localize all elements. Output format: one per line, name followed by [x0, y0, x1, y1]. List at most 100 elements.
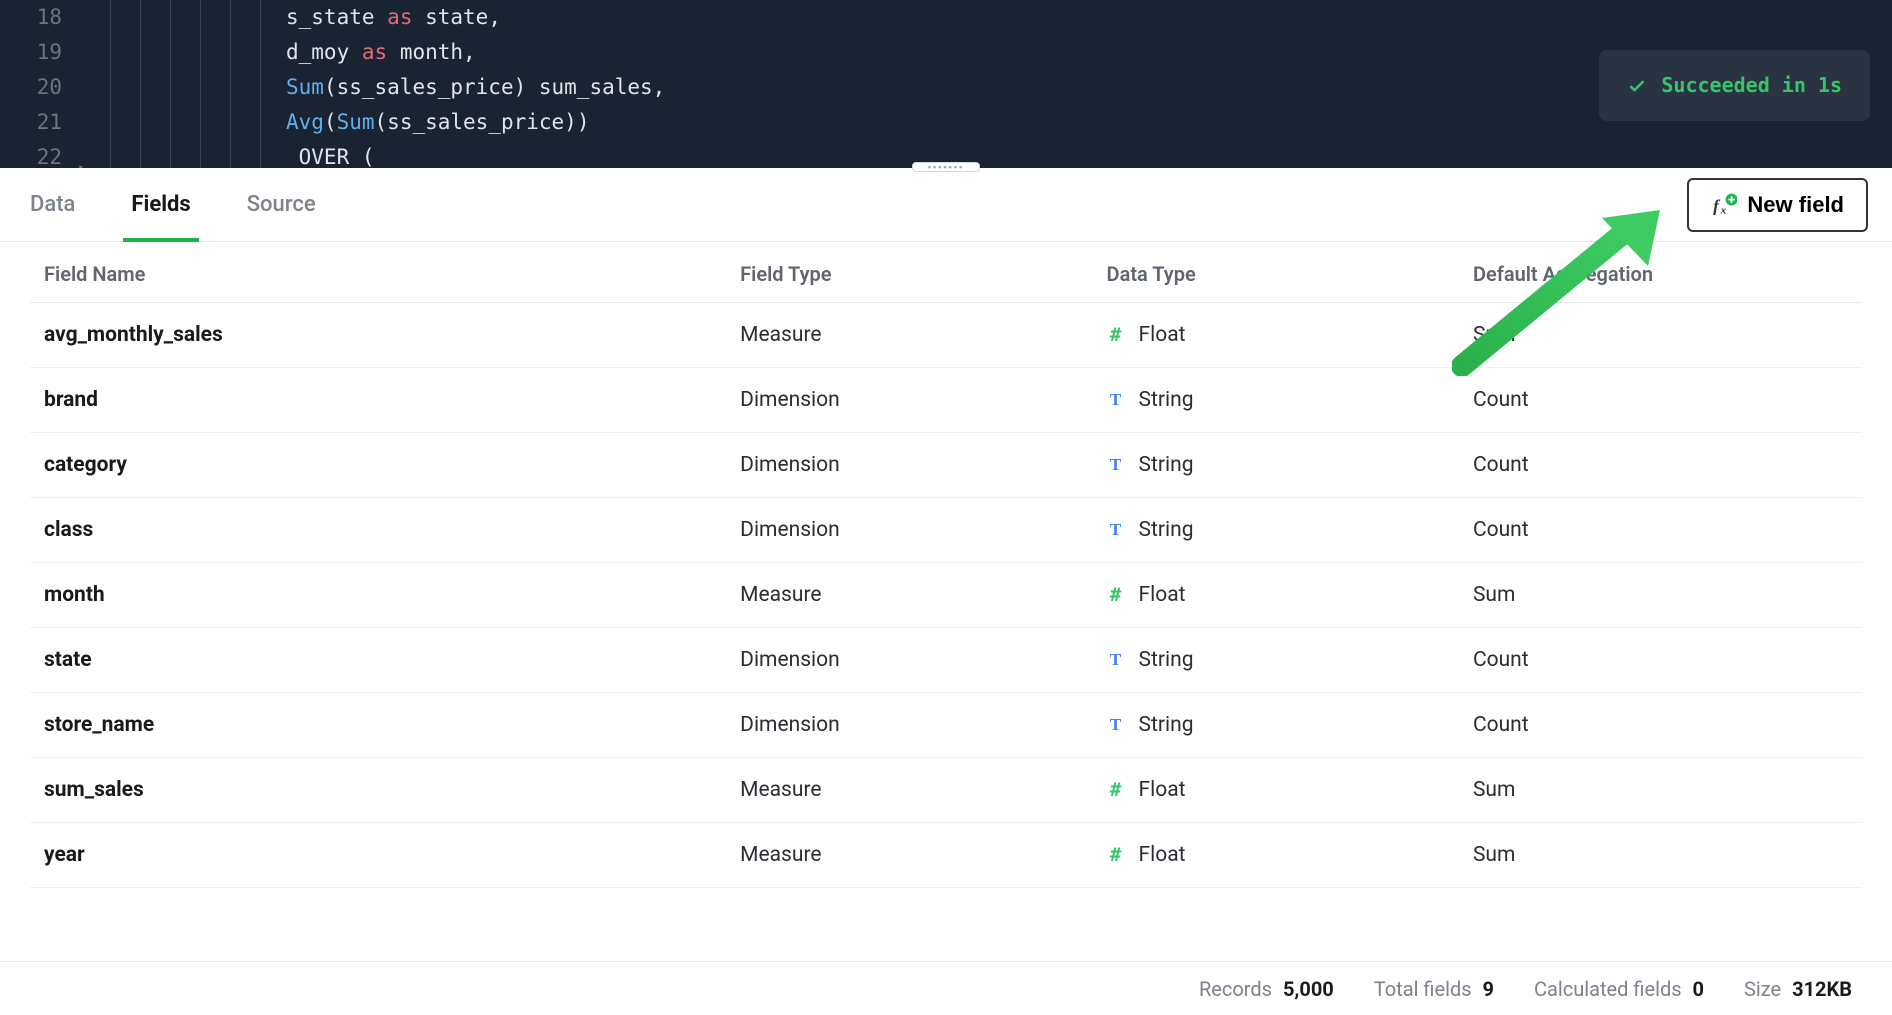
field-name-cell: brand	[30, 368, 726, 433]
data-type-label: Float	[1139, 778, 1186, 802]
svg-text:x: x	[1720, 204, 1727, 216]
data-type-label: String	[1139, 648, 1194, 672]
col-field-name[interactable]: Field Name	[30, 242, 726, 303]
metric-total-fields: Total fields 9	[1374, 977, 1494, 1001]
query-status-badge: Succeeded in 1s	[1599, 50, 1870, 121]
panel-resize-handle[interactable]: ▪▪▪▪▪▪▪	[912, 162, 980, 172]
metric-size: Size 312KB	[1744, 977, 1852, 1001]
fields-table: Field Name Field Type Data Type Default …	[30, 242, 1862, 888]
field-type-cell: Measure	[726, 563, 1092, 628]
table-row[interactable]: yearMeasure # Float Sum	[30, 823, 1862, 888]
data-type-label: Float	[1139, 323, 1186, 347]
field-name-cell: sum_sales	[30, 758, 726, 823]
number-type-icon: #	[1107, 324, 1125, 346]
string-type-icon: T	[1107, 650, 1125, 670]
field-name-cell: state	[30, 628, 726, 693]
field-type-cell: Dimension	[726, 498, 1092, 563]
string-type-icon: T	[1107, 390, 1125, 410]
table-row[interactable]: stateDimension T String Count	[30, 628, 1862, 693]
data-type-label: String	[1139, 518, 1194, 542]
metric-calc-fields: Calculated fields 0	[1534, 977, 1704, 1001]
table-row[interactable]: brandDimension T String Count	[30, 368, 1862, 433]
data-type-cell: T String	[1093, 498, 1459, 563]
tab-data[interactable]: Data	[30, 168, 75, 241]
new-field-label: New field	[1747, 192, 1844, 218]
default-agg-cell: Sum	[1459, 563, 1862, 628]
table-header-row: Field Name Field Type Data Type Default …	[30, 242, 1862, 303]
new-field-button[interactable]: f x New field	[1687, 178, 1868, 232]
field-type-cell: Dimension	[726, 628, 1092, 693]
table-row[interactable]: sum_salesMeasure # Float Sum	[30, 758, 1862, 823]
number-type-icon: #	[1107, 844, 1125, 866]
table-row[interactable]: avg_monthly_salesMeasure # Float Sum	[30, 303, 1862, 368]
fx-plus-icon: f x	[1711, 192, 1737, 218]
data-type-label: String	[1139, 713, 1194, 737]
line-number: 18	[0, 0, 90, 35]
default-agg-cell: Sum	[1459, 303, 1862, 368]
default-agg-cell: Count	[1459, 693, 1862, 758]
field-name-cell: year	[30, 823, 726, 888]
number-type-icon: #	[1107, 584, 1125, 606]
editor-line[interactable]: 18s_state as state,	[0, 0, 1892, 35]
data-type-label: Float	[1139, 843, 1186, 867]
line-number: 19	[0, 35, 90, 70]
line-number: 20	[0, 70, 90, 105]
data-type-cell: # Float	[1093, 758, 1459, 823]
code-content[interactable]: Avg(Sum(ss_sales_price))	[90, 105, 589, 140]
check-icon	[1627, 76, 1647, 96]
line-number: 22▾	[0, 140, 90, 168]
field-type-cell: Dimension	[726, 368, 1092, 433]
metric-records: Records 5,000	[1199, 977, 1334, 1001]
status-bar: Records 5,000 Total fields 9 Calculated …	[0, 961, 1892, 1015]
field-type-cell: Dimension	[726, 693, 1092, 758]
col-data-type[interactable]: Data Type	[1093, 242, 1459, 303]
default-agg-cell: Sum	[1459, 823, 1862, 888]
data-type-label: String	[1139, 453, 1194, 477]
data-type-cell: T String	[1093, 693, 1459, 758]
collapse-chevron-icon[interactable]: ▾	[77, 150, 84, 168]
data-type-cell: # Float	[1093, 303, 1459, 368]
data-type-cell: T String	[1093, 433, 1459, 498]
data-type-cell: # Float	[1093, 823, 1459, 888]
table-row[interactable]: monthMeasure # Float Sum	[30, 563, 1862, 628]
field-name-cell: category	[30, 433, 726, 498]
default-agg-cell: Count	[1459, 433, 1862, 498]
field-name-cell: avg_monthly_sales	[30, 303, 726, 368]
fields-table-wrap: Field Name Field Type Data Type Default …	[0, 242, 1892, 888]
field-type-cell: Measure	[726, 303, 1092, 368]
field-name-cell: month	[30, 563, 726, 628]
field-name-cell: class	[30, 498, 726, 563]
default-agg-cell: Count	[1459, 628, 1862, 693]
code-content[interactable]: s_state as state,	[90, 0, 501, 35]
string-type-icon: T	[1107, 455, 1125, 475]
line-number: 21	[0, 105, 90, 140]
tab-fields[interactable]: Fields	[131, 168, 190, 241]
tab-source[interactable]: Source	[247, 168, 316, 241]
field-type-cell: Measure	[726, 823, 1092, 888]
table-row[interactable]: store_nameDimension T String Count	[30, 693, 1862, 758]
query-status-text: Succeeded in 1s	[1661, 68, 1842, 103]
number-type-icon: #	[1107, 779, 1125, 801]
table-row[interactable]: categoryDimension T String Count	[30, 433, 1862, 498]
default-agg-cell: Count	[1459, 498, 1862, 563]
field-type-cell: Dimension	[726, 433, 1092, 498]
data-type-cell: # Float	[1093, 563, 1459, 628]
table-row[interactable]: classDimension T String Count	[30, 498, 1862, 563]
string-type-icon: T	[1107, 520, 1125, 540]
result-tabs: Data Fields Source f x New field	[0, 168, 1892, 242]
default-agg-cell: Sum	[1459, 758, 1862, 823]
data-type-cell: T String	[1093, 628, 1459, 693]
data-type-label: Float	[1139, 583, 1186, 607]
data-type-cell: T String	[1093, 368, 1459, 433]
code-content[interactable]: d_moy as month,	[90, 35, 476, 70]
sql-editor[interactable]: 18s_state as state,19d_moy as month,20Su…	[0, 0, 1892, 168]
col-field-type[interactable]: Field Type	[726, 242, 1092, 303]
field-name-cell: store_name	[30, 693, 726, 758]
data-type-label: String	[1139, 388, 1194, 412]
default-agg-cell: Count	[1459, 368, 1862, 433]
code-content[interactable]: OVER (	[90, 140, 375, 168]
code-content[interactable]: Sum(ss_sales_price) sum_sales,	[90, 70, 665, 105]
string-type-icon: T	[1107, 715, 1125, 735]
col-default-agg[interactable]: Default Aggregation	[1459, 242, 1862, 303]
field-type-cell: Measure	[726, 758, 1092, 823]
